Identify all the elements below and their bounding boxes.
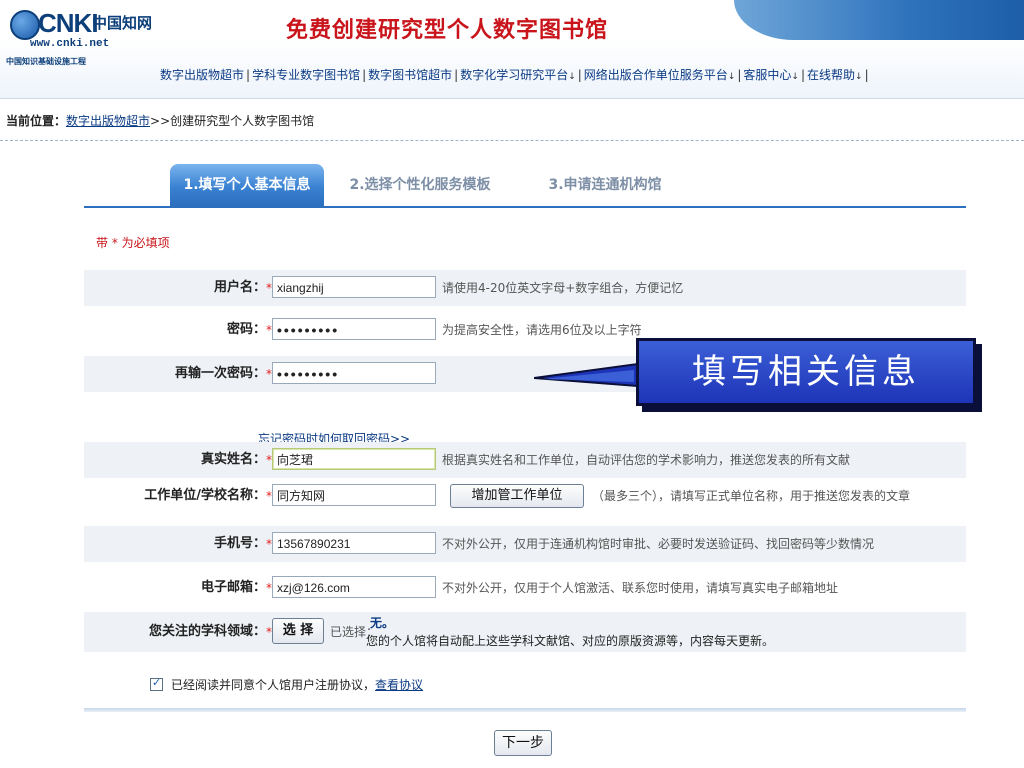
subject-label: 您关注的学科领域： [148,624,266,639]
breadcrumb-link-market[interactable]: 数字出版物超市 [66,114,150,128]
form-row-subject: 您关注的学科领域： * 选 择 已选择： 无。 您的个人馆将自动配上这些学科文献… [84,612,966,652]
logo-brand: CNKI [38,8,99,38]
organization-hint: （最多三个），请填写正式单位名称，用于推送您发表的文章 [592,489,911,503]
breadcrumb-label: 当前位置： [6,114,67,128]
nav-learning-platform[interactable]: 数字化学习研究平台 [460,68,568,82]
callout-pointer-icon [534,362,639,388]
nav-online-help[interactable]: 在线帮助 [807,68,855,82]
organization-label: 工作单位/学校名称： [144,488,266,503]
nav-separator: | [864,68,869,82]
username-input[interactable]: xiangzhij [272,276,436,298]
organization-input[interactable]: 同方知网 [272,484,436,506]
agreement-text: 已经阅读并同意个人馆用户注册协议， [171,678,376,692]
page-header: CNKI 中国知网 www.cnki.net 中国知识基础设施工程 免费创建研究… [0,0,1024,99]
password-label: 密码： [226,322,266,337]
username-hint: 请使用4-20位英文字母+数字组合，方便记忆 [442,281,684,295]
nav-service-center[interactable]: 客服中心 [743,68,791,82]
confirm-password-input[interactable]: ••••••••• [272,362,436,384]
globe-logo-icon [10,10,40,40]
add-organization-button[interactable]: 增加管工作单位 [450,484,584,508]
email-input[interactable]: xzj@126.com [272,576,436,598]
password-hint: 为提高安全性，请选用6位及以上字符 [442,323,642,337]
selected-value: 无。 [370,616,395,630]
form-row-username: 用户名： * xiangzhij 请使用4-20位英文字母+数字组合，方便记忆 [84,270,966,306]
callout-text: 填写相关信息 [692,352,920,392]
phone-label: 手机号： [213,536,266,551]
nav-dropdown-icon[interactable]: ↓ [855,72,863,82]
phone-hint: 不对外公开，仅用于连通机构馆时审批、必要时发送验证码、找回密码等少数情况 [442,537,875,551]
view-agreement-link[interactable]: 查看协议 [375,678,423,692]
breadcrumb-separator: >> [150,114,171,128]
divider [0,140,1024,141]
realname-label: 真实姓名： [200,452,266,467]
tab-basic-info[interactable]: 1.填写个人基本信息 [170,164,324,206]
form-row-organization: 工作单位/学校名称： * 同方知网 增加管工作单位 （最多三个），请填写正式单位… [84,478,966,514]
username-label: 用户名： [213,280,266,295]
logo-brand-cn: 中国知网 [92,14,153,32]
nav-digital-publication-market[interactable]: 数字出版物超市 [160,68,244,82]
realname-hint: 根据真实姓名和工作单位，自动评估您的学术影响力，推送您发表的所有文献 [442,453,851,467]
select-subject-button[interactable]: 选 择 [272,618,324,644]
page-title: 免费创建研究型个人数字图书馆 [286,18,609,43]
form-bottom-bar [84,708,966,712]
form-row-phone: 手机号： * 13567890231 不对外公开，仅用于连通机构馆时审批、必要时… [84,526,966,562]
nav-partner-platform[interactable]: 网络出版合作单位服务平台 [584,68,728,82]
nav-separator: | [454,68,459,82]
nav-dropdown-icon[interactable]: ↓ [568,72,576,82]
top-navigation: 数字出版物超市 | 学科专业数字图书馆 | 数字图书馆超市 | 数字化学习研究平台↓ | 网络出… [160,66,871,83]
next-step-button[interactable]: 下一步 [494,730,552,756]
nav-discipline-library[interactable]: 学科专业数字图书馆 [252,68,360,82]
callout-box: 填写相关信息 [636,338,976,406]
nav-separator: | [800,68,806,82]
phone-input[interactable]: 13567890231 [272,532,436,554]
agreement-checkbox[interactable] [150,676,163,691]
logo-subtitle: 中国知识基础设施工程 [6,57,86,66]
nav-separator: | [577,68,582,82]
confirm-password-label: 再输一次密码： [174,366,266,381]
nav-separator: | [362,68,367,82]
header-decoration [734,0,1024,40]
form-row-realname: 真实姓名： * 向芝珺 根据真实姓名和工作单位，自动评估您的学术影响力，推送您发… [84,442,966,478]
nav-separator: | [246,68,251,82]
agreement-row: 已经阅读并同意个人馆用户注册协议，查看协议 [150,676,423,693]
email-hint: 不对外公开，仅用于个人馆激活、联系您时使用，请填写真实电子邮箱地址 [442,581,839,595]
subject-description: 您的个人馆将自动配上这些学科文献馆、对应的原版资源等，内容每天更新。 [366,634,775,648]
email-label: 电子邮箱： [200,580,266,595]
tab-service-template[interactable]: 2.选择个性化服务模板 [340,164,500,206]
required-note: 带 * 为必填项 [96,236,170,250]
realname-input[interactable]: 向芝珺 [272,448,436,470]
password-input[interactable]: ••••••••• [272,318,436,340]
tab-underline [84,206,966,208]
tab-connect-institution[interactable]: 3.申请连通机构馆 [540,164,670,206]
nav-dropdown-icon[interactable]: ↓ [728,72,736,82]
breadcrumb-current: 创建研究型个人数字图书馆 [170,114,315,128]
nav-dropdown-icon[interactable]: ↓ [791,72,799,82]
nav-digital-library-market[interactable]: 数字图书馆超市 [368,68,452,82]
nav-separator: | [737,68,742,82]
logo-url: www.cnki.net [30,38,110,50]
cnki-logo[interactable]: CNKI 中国知网 www.cnki.net 中国知识基础设施工程 [6,6,156,72]
breadcrumb: 当前位置：数字出版物超市>>创建研究型个人数字图书馆 [6,112,314,129]
form-row-email: 电子邮箱： * xzj@126.com 不对外公开，仅用于个人馆激活、联系您时使… [84,570,966,606]
